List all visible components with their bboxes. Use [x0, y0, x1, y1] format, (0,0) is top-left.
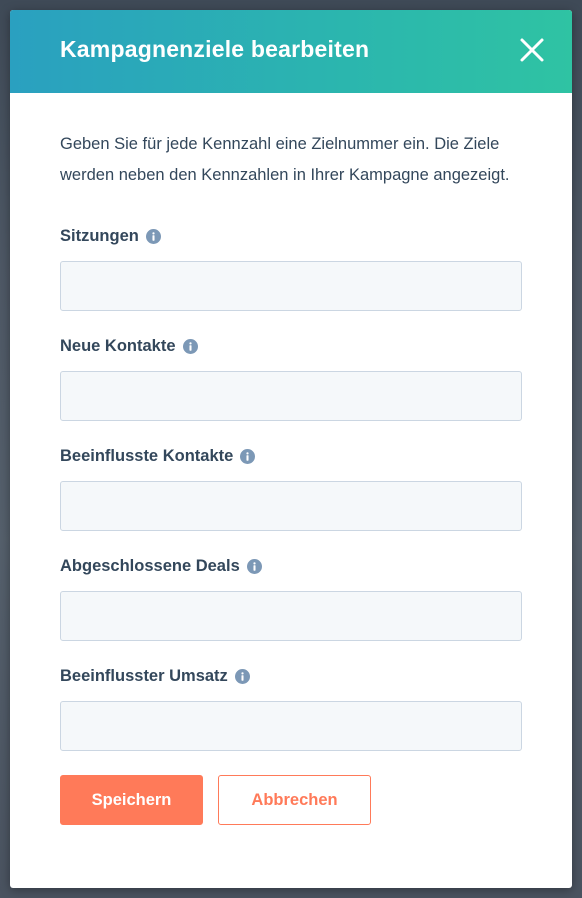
- edit-goals-modal: Kampagnenziele bearbeiten Geben Sie für …: [10, 10, 572, 888]
- field-label: Neue Kontakte: [60, 336, 176, 355]
- neue-kontakte-input[interactable]: [60, 371, 522, 421]
- save-button[interactable]: Speichern: [60, 775, 203, 825]
- field-beeinflusster-umsatz: Beeinflusster Umsatz: [60, 665, 522, 751]
- abgeschlossene-deals-input[interactable]: [60, 591, 522, 641]
- field-abgeschlossene-deals: Abgeschlossene Deals: [60, 555, 522, 641]
- field-beeinflusste-kontakte: Beeinflusste Kontakte: [60, 445, 522, 531]
- beeinflusster-umsatz-input[interactable]: [60, 701, 522, 751]
- field-label: Beeinflusste Kontakte: [60, 446, 234, 465]
- field-neue-kontakte: Neue Kontakte: [60, 335, 522, 421]
- intro-text: Geben Sie für jede Kennzahl eine Zielnum…: [60, 135, 510, 184]
- field-label: Beeinflusster Umsatz: [60, 666, 228, 685]
- info-icon[interactable]: [234, 668, 250, 684]
- field-sitzungen: Sitzungen: [60, 225, 522, 311]
- info-icon[interactable]: [246, 558, 262, 574]
- modal-title: Kampagnenziele bearbeiten: [60, 36, 370, 62]
- cancel-button[interactable]: Abbrechen: [218, 775, 371, 825]
- info-icon[interactable]: [182, 338, 198, 354]
- field-label: Abgeschlossene Deals: [60, 556, 240, 575]
- close-icon[interactable]: [518, 36, 546, 64]
- info-icon[interactable]: [240, 448, 256, 464]
- modal-body: Geben Sie für jede Kennzahl eine Zielnum…: [10, 93, 572, 825]
- sitzungen-input[interactable]: [60, 261, 522, 311]
- modal-header: Kampagnenziele bearbeiten: [10, 10, 572, 93]
- field-label: Sitzungen: [60, 226, 139, 245]
- modal-actions: Speichern Abbrechen: [60, 775, 522, 825]
- beeinflusste-kontakte-input[interactable]: [60, 481, 522, 531]
- info-icon[interactable]: [145, 228, 161, 244]
